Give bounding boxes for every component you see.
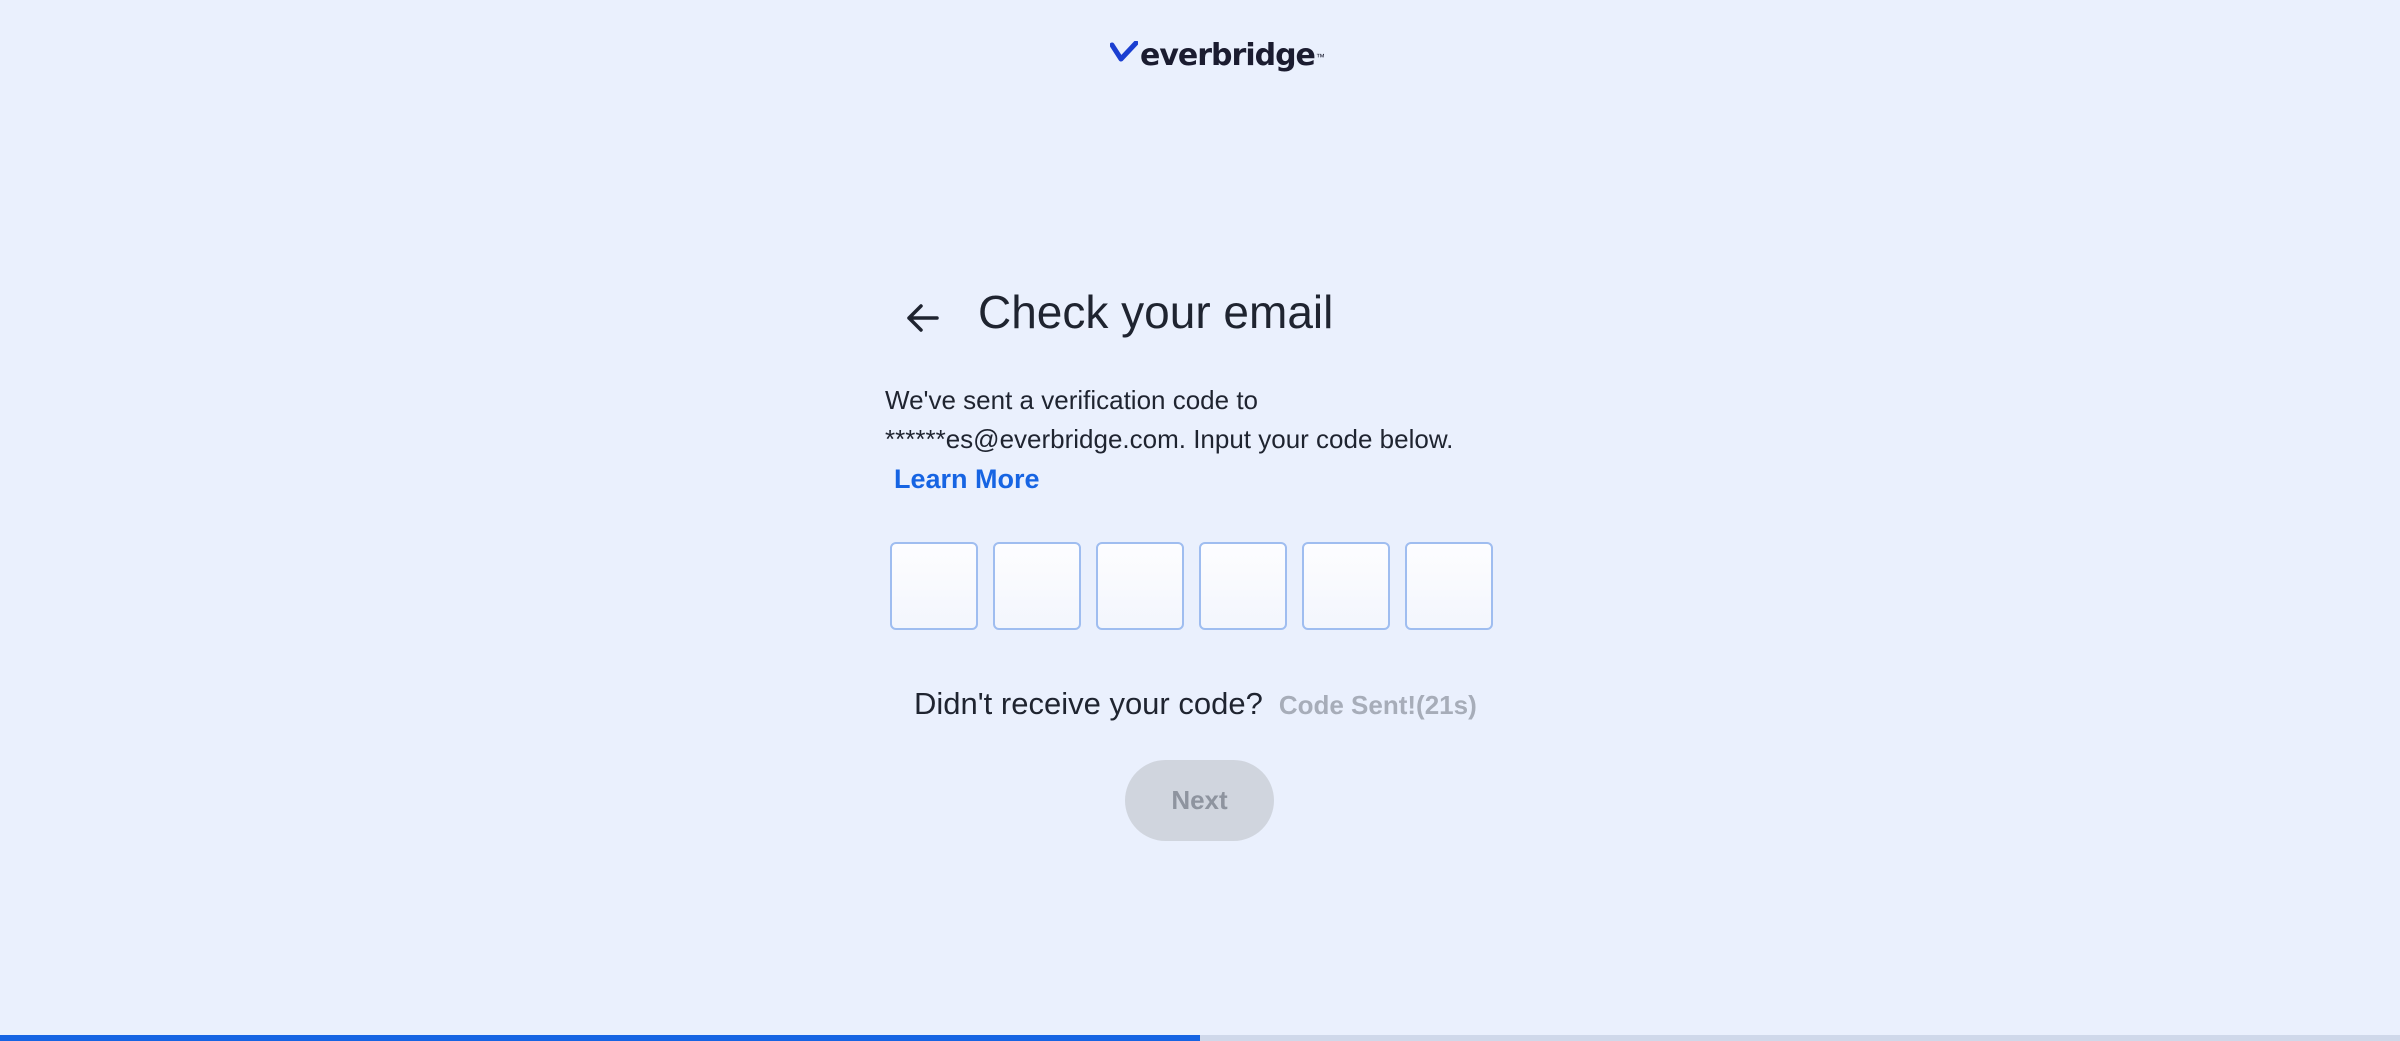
verification-code-inputs — [890, 542, 1493, 630]
progress-bar — [0, 1035, 2400, 1041]
next-button[interactable]: Next — [1125, 760, 1274, 841]
everbridge-logo: everbridge ™ — [1110, 36, 1325, 76]
logo-text: everbridge — [1140, 38, 1316, 73]
description-line-2: ******es@everbridge.com. Input your code… — [885, 424, 1454, 454]
logo-trademark: ™ — [1315, 52, 1325, 62]
arrow-left-icon — [907, 304, 939, 332]
code-digit-1[interactable] — [890, 542, 978, 630]
description-line-1: We've sent a verification code to — [885, 385, 1259, 415]
code-digit-5[interactable] — [1302, 542, 1390, 630]
learn-more-link[interactable]: Learn More — [894, 459, 1040, 499]
resend-label: Didn't receive your code? — [914, 686, 1263, 721]
code-digit-6[interactable] — [1405, 542, 1493, 630]
back-button[interactable] — [894, 290, 950, 346]
code-digit-3[interactable] — [1096, 542, 1184, 630]
code-digit-4[interactable] — [1199, 542, 1287, 630]
verification-page: everbridge ™ Check your email We've sent… — [0, 0, 2400, 1041]
everbridge-checkmark-logo-icon — [1110, 41, 1138, 62]
resend-code-row: Didn't receive your code? Code Sent!(21s… — [914, 686, 1477, 722]
page-title: Check your email — [978, 286, 1334, 338]
code-digit-2[interactable] — [993, 542, 1081, 630]
progress-bar-fill — [0, 1035, 1200, 1041]
verification-description: We've sent a verification code to ******… — [885, 381, 1525, 459]
resend-status: Code Sent!(21s) — [1278, 690, 1477, 720]
